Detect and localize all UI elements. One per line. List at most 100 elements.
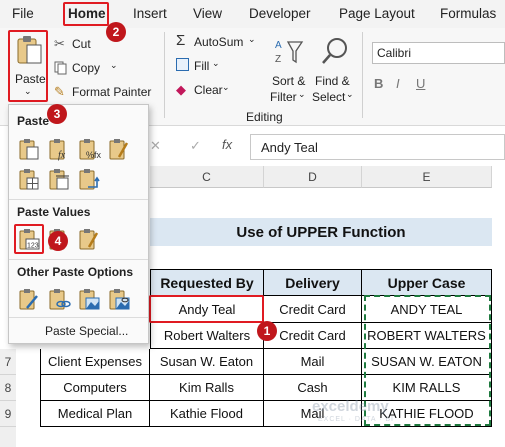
row-header[interactable]: 9	[0, 401, 16, 427]
paste-linked-picture-icon[interactable]	[107, 287, 131, 311]
callout-badge: 3	[47, 104, 67, 124]
sort-filter-label-line1: Sort &	[272, 74, 306, 88]
cell-category[interactable]: Medical Plan	[40, 401, 150, 427]
menu-developer[interactable]: Developer	[249, 6, 311, 21]
paste-values-section-title: Paste Values	[17, 205, 91, 219]
sigma-icon: Σ	[176, 32, 186, 49]
fill-down-icon	[176, 58, 189, 71]
paste-keep-column-widths-icon[interactable]	[47, 167, 71, 191]
paste-keep-formatting-icon[interactable]	[107, 137, 131, 161]
cell-requested-by[interactable]: Robert Walters	[150, 323, 264, 349]
bold-icon[interactable]: B	[374, 76, 383, 91]
paste-no-borders-icon[interactable]	[17, 167, 41, 191]
svg-text:Z: Z	[275, 54, 281, 65]
paste-values-source-formatting-icon[interactable]	[77, 227, 101, 251]
editing-group-label: Editing	[246, 110, 283, 124]
clear-button[interactable]: ◆ Clear ⌄	[176, 82, 246, 100]
menu-insert[interactable]: Insert	[133, 6, 167, 21]
underline-icon[interactable]: U	[416, 76, 425, 91]
sort-filter-label-line2: Filter	[270, 90, 297, 104]
autosum-button[interactable]: Σ AutoSum ⌄	[176, 32, 276, 52]
paste-special-item[interactable]: Paste Special...	[45, 324, 128, 338]
find-select-dropdown-icon[interactable]: ⌄	[346, 89, 354, 100]
menu-divider	[9, 317, 148, 318]
paste-formulas-number-format-icon[interactable]: %fx	[77, 137, 101, 161]
cut-label: Cut	[72, 37, 91, 51]
svg-text:A: A	[275, 40, 282, 51]
other-paste-options-title: Other Paste Options	[17, 265, 134, 279]
cell-requested-by[interactable]: Susan W. Eaton	[150, 349, 264, 375]
format-painter-button[interactable]: ✎ Format Painter	[54, 84, 154, 102]
fill-dropdown-icon[interactable]: ⌄	[212, 58, 220, 69]
column-header-d[interactable]: D	[264, 166, 362, 188]
copy-label: Copy	[72, 61, 101, 75]
row-header[interactable]: 7	[0, 349, 16, 375]
paste-section-title: Paste	[17, 114, 50, 128]
callout-badge: 2	[106, 22, 126, 42]
cell-category[interactable]: Computers	[40, 375, 150, 401]
column-header-e[interactable]: E	[362, 166, 492, 188]
autosum-dropdown-icon[interactable]: ⌄	[248, 34, 256, 45]
find-select-label-line2: Select	[312, 90, 346, 104]
sort-filter-button[interactable]: A Z Sort & Filter ⌄	[268, 34, 310, 104]
format-painter-label: Format Painter	[72, 85, 152, 99]
paste-formulas-icon[interactable]: fx	[47, 137, 71, 161]
font-name-dropdown[interactable]: Calibri	[372, 42, 505, 64]
paste-transpose-icon[interactable]	[77, 167, 101, 191]
formula-input[interactable]: Andy Teal	[250, 134, 505, 160]
paste-picture-icon[interactable]	[77, 287, 101, 311]
font-name-value: Calibri	[377, 46, 412, 60]
magnifier-icon	[322, 38, 347, 64]
selected-cell-highlight	[149, 295, 264, 323]
menu-file[interactable]: File	[12, 6, 34, 21]
menu-formulas[interactable]: Formulas	[440, 6, 496, 21]
menu-divider	[9, 259, 148, 260]
fill-button[interactable]: Fill ⌄	[176, 58, 246, 76]
autosum-label: AutoSum	[194, 35, 244, 49]
confirm-entry-icon[interactable]: ✓	[190, 138, 201, 154]
row-header[interactable]	[0, 427, 16, 447]
eraser-icon: ◆	[176, 82, 186, 97]
cell-requested-by[interactable]: Kathie Flood	[150, 401, 264, 427]
scissors-icon: ✂	[54, 36, 65, 51]
fill-label: Fill	[194, 59, 210, 73]
watermark: exceldemy EXCEL · DATA · BI	[312, 398, 422, 432]
copy-icon	[54, 61, 67, 75]
cell-delivery[interactable]: Credit Card	[264, 296, 362, 323]
column-header-c[interactable]: C	[150, 166, 264, 188]
paste-values-highlight	[14, 224, 44, 254]
cell-requested-by[interactable]: Kim Ralls	[150, 375, 264, 401]
watermark-tagline: EXCEL · DATA · BI	[318, 416, 394, 423]
home-highlight	[63, 2, 109, 26]
paste-formatting-icon[interactable]	[17, 287, 41, 311]
find-select-label-line1: Find &	[315, 74, 350, 88]
menu-page-layout[interactable]: Page Layout	[339, 6, 415, 21]
clear-dropdown-icon[interactable]: ⌄	[222, 82, 230, 93]
paste-options-menu: Paste fx %fx Paste Values 123 % Other Pa…	[8, 104, 149, 344]
clear-label: Clear	[194, 83, 223, 97]
row-header[interactable]: 8	[0, 375, 16, 401]
paste-highlight	[8, 30, 48, 102]
paste-icon[interactable]	[17, 137, 41, 161]
sort-filter-icon: A Z	[275, 40, 304, 65]
find-select-button[interactable]: Find & Select ⌄	[312, 34, 356, 104]
sort-filter-dropdown-icon[interactable]: ⌄	[298, 89, 306, 100]
menu-view[interactable]: View	[193, 6, 222, 21]
sheet-title[interactable]: Use of UPPER Function	[150, 218, 492, 246]
header-requested-by[interactable]: Requested By	[150, 269, 264, 296]
formula-value: Andy Teal	[261, 140, 318, 155]
paste-link-icon[interactable]	[47, 287, 71, 311]
cell-delivery[interactable]: Mail	[264, 349, 362, 375]
cell-delivery[interactable]: Credit Card	[264, 323, 362, 349]
menu-divider	[9, 199, 148, 200]
header-upper-case[interactable]: Upper Case	[362, 269, 492, 296]
fx-icon[interactable]: fx	[222, 137, 232, 152]
header-delivery[interactable]: Delivery	[264, 269, 362, 296]
font-format-buttons: B I U	[372, 70, 505, 114]
italic-icon[interactable]: I	[396, 76, 400, 91]
copy-dropdown-icon[interactable]: ⌄	[110, 60, 118, 71]
copy-button[interactable]: Copy ⌄	[54, 60, 134, 78]
cancel-entry-icon[interactable]: ✕	[150, 138, 161, 154]
cell-category[interactable]: Client Expenses	[40, 349, 150, 375]
ribbon-separator	[164, 32, 165, 118]
